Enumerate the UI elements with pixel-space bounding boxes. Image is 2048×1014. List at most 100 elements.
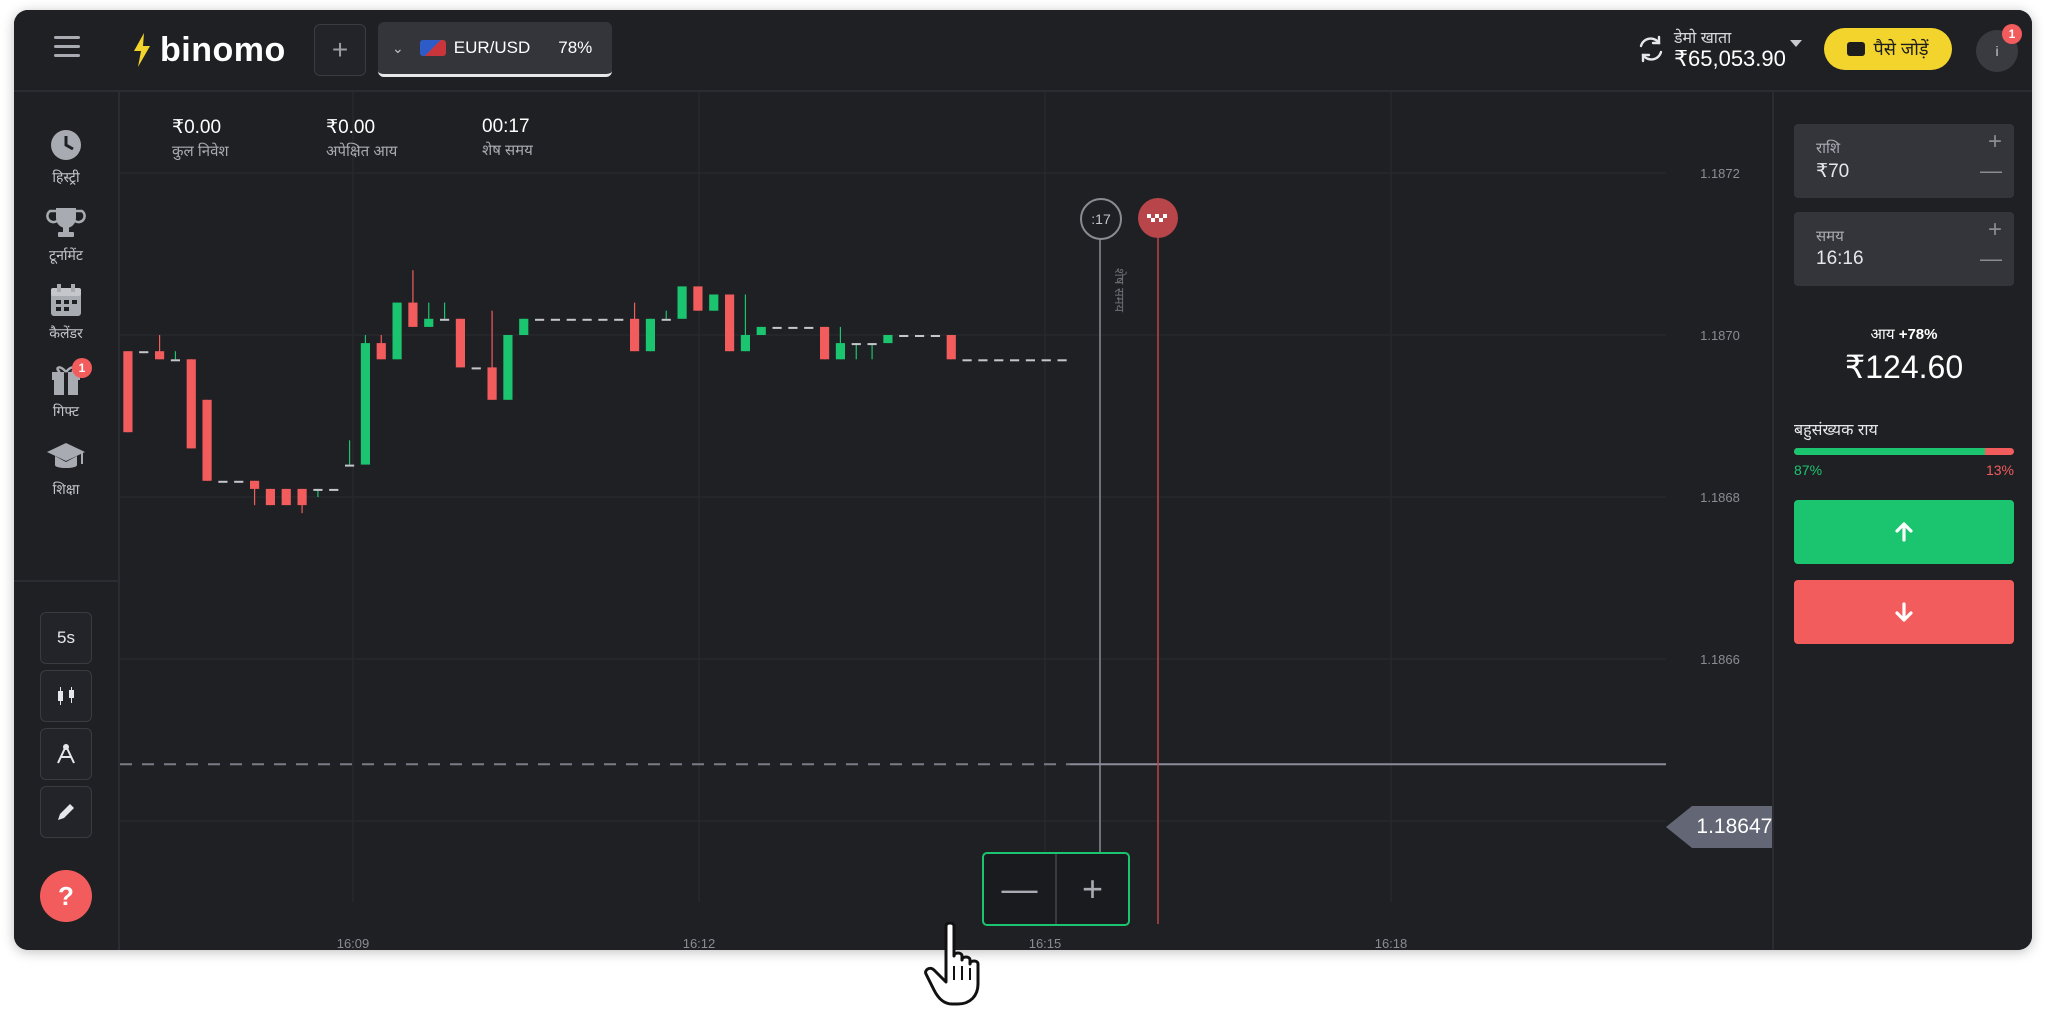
y-tick-label: 1.1872 — [1700, 166, 1740, 181]
majority-down-percent: 13% — [1985, 462, 2014, 478]
candle-body — [534, 318, 545, 321]
candle-body — [946, 335, 956, 360]
hand-pointer-icon — [924, 921, 994, 1006]
deposit-button[interactable]: पैसे जोड़ें — [1824, 28, 1952, 70]
sidebar-item-label: कैलेंडर — [49, 325, 83, 341]
candle-body — [661, 318, 671, 321]
help-label: ? — [58, 880, 74, 911]
majority-up-fill — [1794, 448, 1986, 455]
zoom-in-button[interactable]: + — [1057, 854, 1128, 924]
candle-body — [550, 318, 561, 321]
candle-body — [867, 343, 877, 346]
candle-body — [392, 302, 402, 360]
remaining-time-vertical-label: शेष समय — [1112, 268, 1127, 313]
candle-body — [883, 335, 893, 344]
candle-body — [835, 343, 846, 360]
interval-button[interactable]: 5s — [40, 612, 92, 664]
y-tick-label: 1.1866 — [1700, 652, 1740, 667]
candle-body — [978, 359, 988, 362]
help-button[interactable]: ? — [40, 870, 92, 922]
drawing-tools-button[interactable] — [40, 786, 92, 838]
graduation-cap-icon — [46, 440, 86, 474]
candle-body — [519, 318, 529, 335]
zoom-controls: — + — [982, 852, 1130, 926]
interval-label: 5s — [57, 628, 75, 647]
add-asset-button[interactable]: + — [314, 24, 366, 76]
indicators-button[interactable] — [40, 728, 92, 780]
top-bar: binomo + ⌄ EUR/USD 78% डेमो खाता ₹65,053… — [14, 10, 2032, 92]
sidebar-item-calendar[interactable]: कैलेंडर — [14, 284, 118, 356]
account-caret-icon[interactable] — [1790, 40, 1802, 47]
candle-body — [740, 335, 751, 352]
buy-down-button[interactable] — [1794, 580, 2014, 644]
candle-body — [709, 294, 719, 311]
candle-body — [756, 326, 766, 335]
account-type-label[interactable]: डेमो खाता — [1674, 26, 1731, 48]
avatar[interactable]: i 1 — [1976, 24, 2022, 72]
account-balance[interactable]: ₹65,053.90 — [1674, 46, 1786, 72]
stat-value: 00:17 — [482, 116, 530, 137]
candle-body — [693, 286, 703, 311]
stat-label: कुल निवेश — [172, 143, 229, 160]
candle-body — [218, 480, 228, 483]
candle-body — [408, 302, 418, 327]
chevron-down-icon[interactable]: ⌄ — [392, 40, 404, 57]
x-tick-label: 16:15 — [1029, 936, 1062, 950]
arrow-up-icon — [1895, 522, 1913, 542]
stat-total-investment: ₹0.00 कुल निवेश — [172, 116, 229, 161]
candle-body — [360, 343, 371, 465]
sidebar-item-label: शिक्षा — [52, 481, 80, 497]
logo-text: binomo — [160, 30, 286, 69]
price-chart[interactable]: 1.18721.18701.18681.18661.186416:0916:12… — [120, 92, 1796, 950]
candle-body — [265, 488, 276, 506]
candle-body — [154, 351, 165, 360]
time-value[interactable]: 16:16 — [1816, 248, 1864, 270]
candle-body — [1057, 359, 1067, 362]
logo[interactable]: binomo — [132, 30, 286, 70]
asset-tab[interactable]: ⌄ EUR/USD 78% — [378, 22, 612, 77]
candle-body — [455, 318, 466, 368]
asset-payout: 78% — [558, 38, 593, 57]
candle-body — [994, 359, 1004, 362]
sidebar-item-tournaments[interactable]: टूर्नामेंट — [14, 206, 118, 278]
candle-body — [914, 335, 925, 337]
sidebar-item-label: टूर्नामेंट — [49, 247, 83, 263]
chart-type-button[interactable] — [40, 670, 92, 722]
time-decrease-button[interactable]: — — [1980, 246, 2002, 272]
sidebar-item-education[interactable]: शिक्षा — [14, 440, 118, 512]
stat-label: शेष समय — [482, 142, 533, 159]
candle-body — [962, 359, 972, 362]
candle-body — [582, 318, 592, 321]
candle-body — [329, 488, 339, 491]
zoom-out-button[interactable]: — — [984, 854, 1055, 924]
stat-value: ₹0.00 — [172, 117, 222, 138]
candle-body — [788, 326, 798, 329]
amount-increase-button[interactable]: + — [1988, 128, 2002, 156]
amount-value[interactable]: ₹70 — [1816, 160, 1849, 183]
candle-body — [930, 335, 941, 337]
candle-body — [772, 326, 782, 329]
majority-opinion-bar — [1794, 448, 2014, 455]
time-label: समय — [1816, 228, 1844, 245]
sidebar-item-history[interactable]: हिस्ट्री — [14, 128, 118, 200]
candle-body — [344, 464, 355, 467]
amount-decrease-button[interactable]: — — [1980, 158, 2002, 184]
amount-field[interactable]: राशि ₹70 + — — [1794, 124, 2014, 198]
candle-body — [724, 294, 735, 352]
amount-label: राशि — [1816, 140, 1841, 157]
candle-body — [313, 488, 323, 491]
candle-body — [899, 335, 909, 337]
stat-expected-income: ₹0.00 अपेक्षित आय — [326, 116, 397, 161]
x-tick-label: 16:18 — [1375, 936, 1408, 950]
menu-icon[interactable] — [54, 36, 80, 58]
candle-body — [1009, 359, 1020, 362]
buy-up-button[interactable] — [1794, 500, 2014, 564]
sidebar-item-gift[interactable]: 1 गिफ्ट — [14, 358, 118, 434]
refresh-icon[interactable] — [1634, 32, 1668, 66]
asset-name: EUR/USD — [453, 38, 531, 57]
candles-icon — [58, 687, 74, 705]
chart-canvas[interactable]: 1.18721.18701.18681.18661.186416:0916:12… — [120, 92, 1770, 950]
time-field[interactable]: समय 16:16 + — — [1794, 212, 2014, 286]
y-tick-label: 1.1868 — [1700, 490, 1740, 505]
time-increase-button[interactable]: + — [1988, 216, 2002, 244]
